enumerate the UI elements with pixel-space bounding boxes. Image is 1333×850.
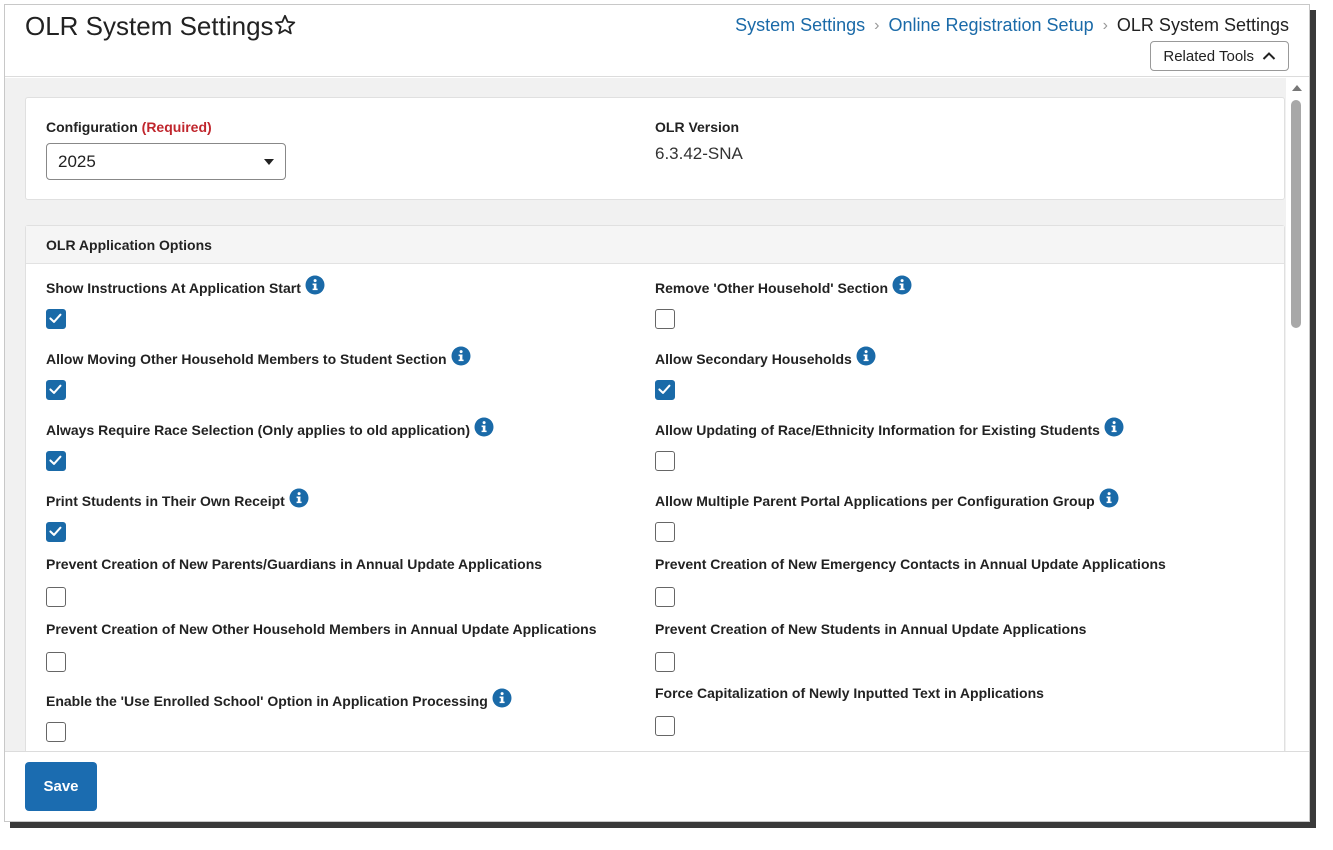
option-label-text: Force Capitalization of Newly Inputted T… — [655, 685, 1044, 701]
checkbox-checked[interactable] — [46, 522, 66, 542]
scrollbar[interactable] — [1286, 78, 1309, 821]
configuration-selected-value: 2025 — [58, 151, 96, 171]
option-label-text: Allow Secondary Households — [655, 351, 852, 367]
option-item: Allow Updating of Race/Ethnicity Informa… — [655, 417, 1124, 471]
checkbox-unchecked[interactable] — [655, 451, 675, 471]
checkbox-unchecked[interactable] — [46, 652, 66, 672]
configuration-card: Configuration (Required) 2025 OLR Versio… — [25, 97, 1285, 200]
option-label: Allow Secondary Households — [655, 346, 876, 369]
option-label-text: Allow Moving Other Household Members to … — [46, 351, 447, 367]
option-label-text: Allow Updating of Race/Ethnicity Informa… — [655, 422, 1100, 438]
chevron-right-icon: › — [1102, 16, 1108, 34]
checkbox-unchecked[interactable] — [655, 587, 675, 607]
option-label: Force Capitalization of Newly Inputted T… — [655, 685, 1044, 701]
option-label: Enable the 'Use Enrolled School' Option … — [46, 688, 512, 711]
option-label-text: Remove 'Other Household' Section — [655, 280, 889, 296]
required-indicator: (Required) — [141, 119, 212, 135]
info-icon[interactable] — [1104, 417, 1124, 437]
info-icon[interactable] — [856, 346, 876, 366]
page-header: OLR System Settings System Settings › On… — [5, 5, 1309, 77]
chevron-right-icon: › — [874, 16, 880, 34]
checkbox-unchecked[interactable] — [46, 722, 66, 742]
option-item: Enable the 'Use Enrolled School' Option … — [46, 688, 512, 742]
option-item: Print Students in Their Own Receipt — [46, 488, 309, 542]
info-icon[interactable] — [289, 488, 309, 508]
checkbox-unchecked[interactable] — [655, 716, 675, 736]
option-label-text: Prevent Creation of New Other Household … — [46, 621, 597, 637]
option-label: Print Students in Their Own Receipt — [46, 488, 309, 511]
option-label-text: Show Instructions At Application Start — [46, 280, 301, 296]
checkbox-unchecked[interactable] — [655, 652, 675, 672]
info-icon[interactable] — [892, 275, 912, 295]
options-section-title: OLR Application Options — [26, 226, 1284, 264]
related-tools-label: Related Tools — [1163, 47, 1254, 65]
checkbox-unchecked[interactable] — [655, 522, 675, 542]
checkbox-unchecked[interactable] — [46, 587, 66, 607]
option-label: Prevent Creation of New Parents/Guardian… — [46, 556, 542, 572]
option-label: Allow Updating of Race/Ethnicity Informa… — [655, 417, 1124, 440]
configuration-select[interactable]: 2025 — [46, 143, 286, 180]
option-label: Show Instructions At Application Start — [46, 275, 325, 298]
option-item: Force Capitalization of Newly Inputted T… — [655, 685, 1044, 736]
checkbox-checked[interactable] — [46, 309, 66, 329]
option-label-text: Prevent Creation of New Emergency Contac… — [655, 556, 1166, 572]
option-label-text: Prevent Creation of New Students in Annu… — [655, 621, 1087, 637]
dropdown-arrow-icon — [264, 158, 274, 165]
olr-version-label: OLR Version — [655, 119, 740, 135]
option-item: Prevent Creation of New Students in Annu… — [655, 621, 1086, 672]
scroll-thumb[interactable] — [1291, 100, 1301, 328]
checkbox-checked[interactable] — [46, 380, 66, 400]
app-window: OLR System Settings System Settings › On… — [4, 4, 1310, 822]
option-label: Prevent Creation of New Students in Annu… — [655, 621, 1086, 637]
breadcrumb: System Settings › Online Registration Se… — [735, 15, 1289, 36]
option-item: Allow Multiple Parent Portal Application… — [655, 488, 1119, 542]
option-item: Prevent Creation of New Emergency Contac… — [655, 556, 1166, 607]
option-item: Allow Moving Other Household Members to … — [46, 346, 471, 400]
option-item: Show Instructions At Application Start — [46, 275, 325, 329]
option-label: Prevent Creation of New Other Household … — [46, 621, 596, 637]
info-icon[interactable] — [474, 417, 494, 437]
page-title: OLR System Settings — [25, 11, 274, 41]
info-icon[interactable] — [492, 688, 512, 708]
chevron-up-icon — [1262, 52, 1276, 60]
info-icon[interactable] — [1099, 488, 1119, 508]
option-label: Prevent Creation of New Emergency Contac… — [655, 556, 1166, 572]
option-label: Remove 'Other Household' Section — [655, 275, 912, 298]
option-label: Always Require Race Selection (Only appl… — [46, 417, 494, 440]
option-label: Allow Moving Other Household Members to … — [46, 346, 471, 369]
option-label-text: Prevent Creation of New Parents/Guardian… — [46, 556, 543, 572]
option-item: Prevent Creation of New Parents/Guardian… — [46, 556, 542, 607]
option-item: Remove 'Other Household' Section — [655, 275, 912, 329]
star-icon[interactable] — [273, 13, 297, 37]
checkbox-checked[interactable] — [655, 380, 675, 400]
page-footer: Save — [5, 751, 1309, 821]
option-label-text: Print Students in Their Own Receipt — [46, 493, 285, 509]
checkbox-checked[interactable] — [46, 451, 66, 471]
olr-version-value: 6.3.42-SNA — [655, 144, 743, 163]
info-icon[interactable] — [305, 275, 325, 295]
option-item: Allow Secondary Households — [655, 346, 876, 400]
info-icon[interactable] — [451, 346, 471, 366]
application-options-card: OLR Application Options Show Instruction… — [25, 225, 1285, 751]
save-button[interactable]: Save — [25, 762, 97, 811]
option-label-text: Allow Multiple Parent Portal Application… — [655, 493, 1095, 509]
breadcrumb-system-settings[interactable]: System Settings — [735, 15, 865, 36]
option-item: Always Require Race Selection (Only appl… — [46, 417, 494, 471]
option-item: Prevent Creation of New Other Household … — [46, 621, 596, 672]
breadcrumb-online-registration-setup[interactable]: Online Registration Setup — [888, 15, 1093, 36]
related-tools-button[interactable]: Related Tools — [1150, 41, 1289, 71]
option-label-text: Enable the 'Use Enrolled School' Option … — [46, 693, 488, 709]
scroll-up-icon[interactable] — [1291, 84, 1303, 92]
option-label: Allow Multiple Parent Portal Application… — [655, 488, 1119, 511]
option-label-text: Always Require Race Selection (Only appl… — [46, 422, 470, 438]
configuration-label: Configuration (Required) — [46, 119, 212, 135]
checkbox-unchecked[interactable] — [655, 309, 675, 329]
breadcrumb-current: OLR System Settings — [1116, 15, 1289, 35]
content-area: Configuration (Required) 2025 OLR Versio… — [5, 78, 1295, 751]
